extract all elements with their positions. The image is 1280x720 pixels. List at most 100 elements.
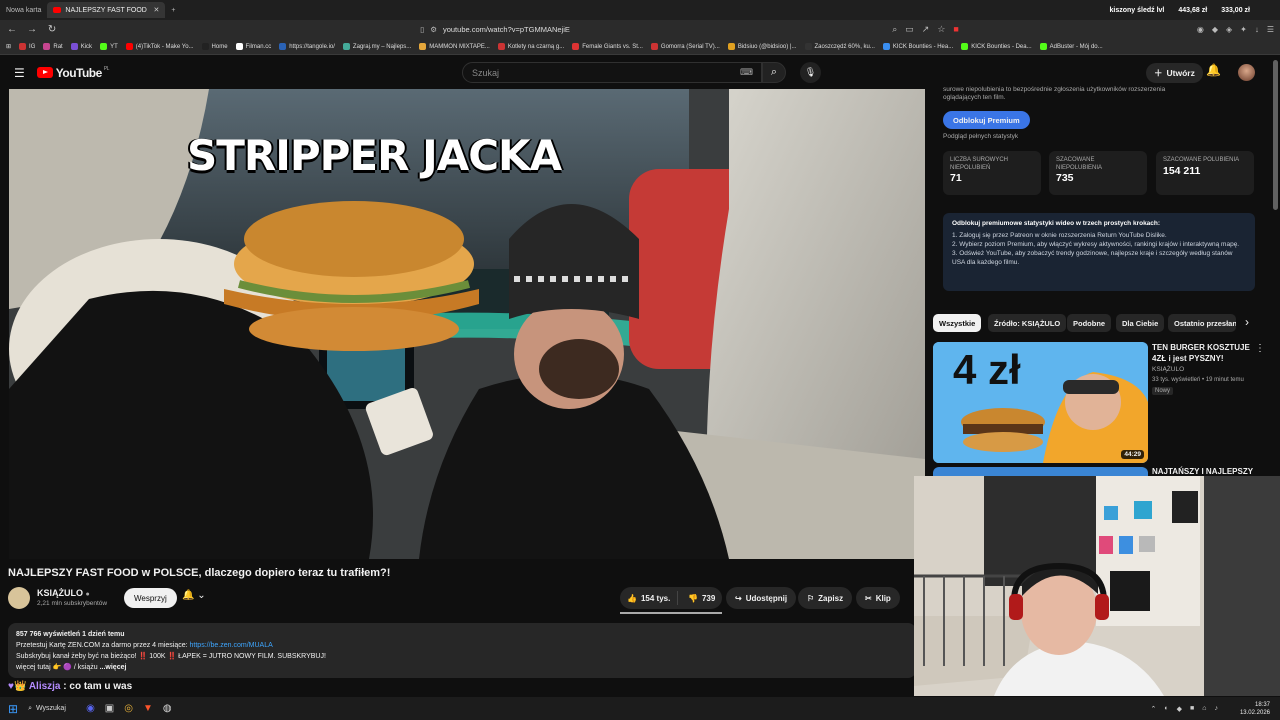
dislike-button[interactable]: 👎 739 xyxy=(682,594,715,603)
channel-name[interactable]: KSIĄŻULO ● xyxy=(37,588,90,598)
apps-icon[interactable]: ⊞ xyxy=(6,43,11,50)
channel-avatar[interactable] xyxy=(8,587,30,609)
bookmark-item[interactable]: Rat xyxy=(43,43,63,50)
new-tab-button[interactable]: + xyxy=(165,2,181,18)
forward-icon[interactable]: → xyxy=(26,24,38,35)
search-placeholder: Szukaj xyxy=(472,67,500,78)
recommendation-thumbnail[interactable]: 4 zł 44:29 xyxy=(933,342,1148,463)
like-button[interactable]: 👍 154 tys. xyxy=(620,591,678,605)
subscription-bell-icon[interactable]: 🔔 ⌄ xyxy=(182,590,206,601)
search-input[interactable]: Szukaj ⌨ xyxy=(462,62,762,83)
obs-icon[interactable]: ◍ xyxy=(163,703,172,714)
tab-new[interactable]: Nowa karta xyxy=(0,2,47,18)
tray-icon-3[interactable]: ■ xyxy=(1190,705,1194,713)
bookmark-item[interactable]: Gomorra (Serial TV)... xyxy=(650,43,720,50)
extension-icon[interactable]: ■ xyxy=(953,24,958,35)
screenshot-icon[interactable]: ▭ xyxy=(905,24,914,35)
bookmark-item[interactable]: Kotlety na czarną g... xyxy=(497,43,564,50)
description-link[interactable]: https://be.zen.com/MUALA xyxy=(190,642,273,649)
more-options-icon[interactable]: ⋮ xyxy=(1255,343,1265,354)
video-player[interactable]: STRIPPER JACKA xyxy=(9,89,925,559)
share-icon[interactable]: ↗ xyxy=(922,24,930,35)
hamburger-menu-icon[interactable]: ☰ xyxy=(14,66,25,80)
tab-label: NAJLEPSZY FAST FOOD w PO xyxy=(65,6,147,14)
close-tab-icon[interactable]: ✕ xyxy=(154,6,160,14)
bookmark-item[interactable]: Zagraj.my – Najleps... xyxy=(342,43,411,50)
bookmark-label: AdBuster - Mój do... xyxy=(1049,43,1103,50)
chevron-right-icon[interactable]: › xyxy=(1245,315,1249,329)
extension-icon[interactable]: ◆ xyxy=(1212,25,1218,34)
back-icon[interactable]: ← xyxy=(6,24,18,35)
reload-icon[interactable]: ↻ xyxy=(46,24,58,35)
tray-icon[interactable]: ◐ xyxy=(1164,705,1168,713)
chip-source[interactable]: Źródło: KSIĄŻULO xyxy=(988,314,1067,332)
keyboard-icon[interactable]: ⌨ xyxy=(740,67,753,78)
bookmark-label: Kick xyxy=(80,43,93,50)
account-avatar[interactable] xyxy=(1238,64,1255,81)
bookmark-item[interactable]: IG xyxy=(19,43,35,50)
support-button[interactable]: Wesprzyj xyxy=(124,588,177,608)
bookmark-item[interactable]: (4)TikTok - Make Yo... xyxy=(125,43,194,50)
download-icon[interactable]: ↓ xyxy=(1255,25,1259,34)
puzzle-icon[interactable]: ✦ xyxy=(1240,25,1247,34)
clock[interactable]: 18:37 13.02.2026 xyxy=(1240,701,1270,717)
app-icon[interactable]: ▣ xyxy=(105,703,114,714)
bookmark-item[interactable]: https://tangole.io/ xyxy=(279,43,335,50)
star-icon[interactable]: ☆ xyxy=(937,24,945,35)
video-description[interactable]: 857 766 wyświetleń 1 dzień temu Przetest… xyxy=(8,623,916,678)
dislike-count: 739 xyxy=(701,593,716,603)
bookmark-item[interactable]: AdBuster - Mój do... xyxy=(1039,43,1103,50)
step-item: 3. Odśwież YouTube, aby zobaczyć trendy … xyxy=(952,250,1233,266)
search-button[interactable]: ⌕ xyxy=(762,62,786,83)
tab-youtube[interactable]: NAJLEPSZY FAST FOOD w PO ✕ xyxy=(47,2,166,18)
chip-all[interactable]: Wszystkie xyxy=(933,314,982,332)
bookmark-item[interactable]: Home xyxy=(201,43,228,50)
youtube-logo[interactable]: YouTube PL xyxy=(36,66,109,80)
chip-for-you[interactable]: Dla Ciebie xyxy=(1116,314,1165,332)
extension-icon[interactable]: ◈ xyxy=(1226,25,1232,34)
bookmark-item[interactable]: Kick xyxy=(70,43,93,50)
bookmark-item[interactable]: KICK Bounties - Dea... xyxy=(961,43,1032,50)
description-line-3: więcej tutaj 👉 🟣 / książu ...więcej xyxy=(16,662,908,673)
bookmark-item[interactable]: YT xyxy=(100,43,118,50)
bookmark-item[interactable]: Filman.cc xyxy=(235,43,271,50)
recommendation-channel[interactable]: KSIĄŻULO xyxy=(1152,366,1184,373)
site-info-icon[interactable]: ⚙ xyxy=(430,25,437,34)
share-button[interactable]: ↪ Udostępnij xyxy=(726,587,797,609)
bookmark-item[interactable]: Zaoszczędź 60%, ku... xyxy=(804,43,875,50)
chevron-up-icon[interactable]: ⌃ xyxy=(1151,705,1157,713)
scrollbar[interactable] xyxy=(1273,60,1278,210)
save-button[interactable]: ⚐ Zapisz xyxy=(798,587,853,609)
tray-icon-2[interactable]: ◆ xyxy=(1177,705,1182,713)
chip-recent[interactable]: Ostatnio przesłane xyxy=(1168,314,1236,332)
bookmark-item[interactable]: Bidsiuo (@bidsioo) |... xyxy=(727,43,797,50)
menu-icon[interactable]: ☰ xyxy=(1267,25,1274,34)
brave-icon[interactable]: ▼ xyxy=(143,703,153,714)
voice-search-button[interactable]: 🎙 xyxy=(800,62,821,83)
extension-icons: ◉ ◆ ◈ ✦ ↓ ☰ xyxy=(1197,25,1274,34)
zoom-icon[interactable]: ⌕ xyxy=(892,24,897,35)
bookmark-item[interactable]: Female Giants vs. St... xyxy=(572,43,643,50)
recommendation-title[interactable]: TEN BURGER KOSZTUJE 4ZŁ i jest PYSZNY! xyxy=(1152,342,1252,364)
step-item: 1. Zaloguj się przez Patreon w oknie roz… xyxy=(952,232,1167,239)
unlock-premium-button[interactable]: Odblokuj Premium xyxy=(943,111,1030,129)
bookmark-icon[interactable]: ▯ xyxy=(420,25,424,34)
discord-icon[interactable]: ◉ xyxy=(86,703,95,714)
chrome-icon[interactable]: ◎ xyxy=(124,703,133,714)
create-button[interactable]: ＋ Utwórz xyxy=(1146,63,1203,83)
taskbar-search[interactable]: ⌕ Wyszukaj xyxy=(28,705,76,713)
channel-name-text: KSIĄŻULO xyxy=(37,588,83,598)
url-field[interactable]: ▯ ⚙ youtube.com/watch?v=pTGMMANejiE xyxy=(420,25,884,34)
notifications-icon[interactable]: 🔔 xyxy=(1206,63,1221,77)
windows-start-icon[interactable]: ⊞ xyxy=(8,702,18,716)
bookmark-item[interactable]: KICK Bounties - Hea... xyxy=(882,43,953,50)
recommendation-title-2[interactable]: NAJTAŃSZY I NAJLEPSZY xyxy=(1152,467,1253,476)
chip-similar[interactable]: Podobne xyxy=(1067,314,1112,332)
network-icon[interactable]: ⌂ xyxy=(1202,705,1206,713)
full-stats-link[interactable]: Podgląd pełnych statystyk xyxy=(943,133,1018,140)
extension-icon[interactable]: ◉ xyxy=(1197,25,1204,34)
volume-icon[interactable]: ♪ xyxy=(1214,705,1218,713)
clip-button[interactable]: ✂ Klip xyxy=(856,587,900,609)
bookmark-item[interactable]: MAMMON MIXTAPE... xyxy=(419,43,490,50)
show-more-link[interactable]: ...więcej xyxy=(100,664,127,671)
